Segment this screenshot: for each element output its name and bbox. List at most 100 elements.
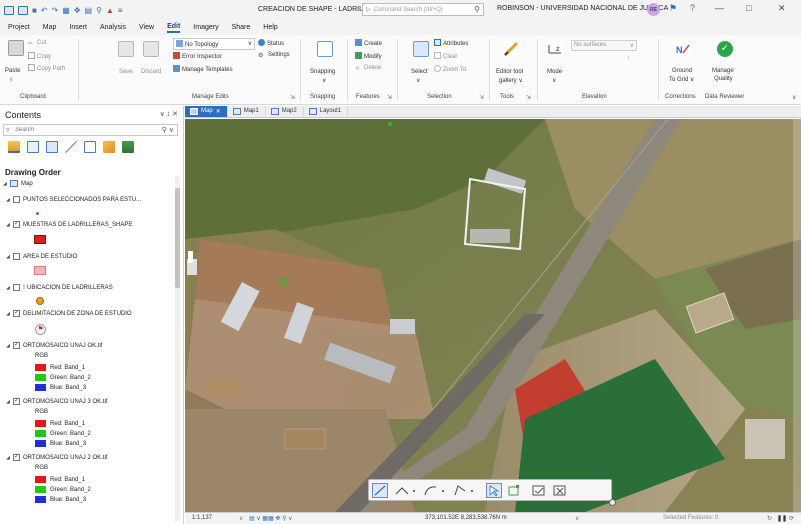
editor-tool-gallery-dropdown[interactable]: gallery ∨ — [499, 77, 523, 84]
raster-layer-row[interactable]: ◢ ✓ ORTOMOSAICO UNAJ OK.tif — [6, 342, 102, 349]
redo-icon[interactable]: ↷ — [52, 6, 59, 15]
filter-icon[interactable]: ▿ — [6, 126, 15, 134]
expand-icon[interactable]: ◢ — [6, 399, 13, 405]
layer-visibility-checkbox[interactable]: ✓ — [13, 454, 20, 461]
layer-visibility-checkbox[interactable]: ✓ — [13, 310, 20, 317]
copy-button[interactable]: Copy — [28, 52, 51, 60]
layer-row[interactable]: ◢! UBICACION DE LADRILLERAS — [6, 284, 113, 291]
layer-row[interactable]: ◢ PUNTOS SELECCIONADOS PARA ESTU... — [6, 196, 141, 203]
avatar[interactable]: RE — [647, 3, 660, 16]
map-vertical-scrollbar[interactable] — [793, 119, 801, 512]
command-search-input[interactable]: ▷ Command Search (Alt+Q) ⚲ — [362, 3, 484, 16]
contents-search-input[interactable] — [15, 127, 155, 133]
tab-map[interactable]: Map — [43, 24, 57, 32]
expand-icon[interactable]: ◢ — [6, 311, 13, 317]
refresh-icon[interactable]: ↻ — [767, 515, 772, 522]
refresh-map-icon[interactable]: ⟳ — [789, 515, 794, 522]
pane-controls[interactable]: ∨ ↕ ✕ — [160, 110, 178, 118]
sample-point[interactable] — [388, 122, 392, 126]
polyline-tool-button[interactable] — [393, 483, 419, 498]
contents-search[interactable]: ▿ ⚲ ∨ — [3, 124, 178, 136]
line-tool-button[interactable] — [372, 483, 388, 498]
raster-layer-row[interactable]: ◢ ✓ ORTOMOSAICO UNAJ 3 OK.tif — [6, 398, 107, 405]
paste-button[interactable]: Paste — [5, 68, 20, 74]
select-button[interactable]: Select — [411, 69, 428, 75]
expand-icon[interactable]: ◢ — [6, 197, 13, 203]
list-by-selection-icon[interactable] — [46, 141, 58, 153]
discard-edits-button[interactable]: Discard — [141, 69, 161, 75]
tab-layout1-view[interactable]: Layout1 — [304, 106, 349, 117]
grid-icon[interactable]: ▤ — [85, 6, 93, 15]
manage-quality-label-line2[interactable]: Quality — [714, 76, 733, 82]
surface-select[interactable]: No surfaces ∨ — [571, 40, 637, 51]
tab-map1-view[interactable]: Map1 — [228, 106, 266, 117]
status-button[interactable]: Status — [258, 39, 284, 47]
scale-dropdown-icon[interactable]: ∨ — [239, 515, 243, 522]
collapse-ribbon-icon[interactable]: ∨ — [792, 94, 796, 101]
tab-project[interactable]: Project — [8, 24, 30, 32]
map-node[interactable]: ◢ Map — [3, 180, 33, 187]
close-icon[interactable]: ✕ — [216, 108, 221, 115]
list-by-labeling-icon[interactable] — [103, 141, 115, 153]
layer-row[interactable]: ◢ ✓ DELIMITACION DE ZONA DE ESTUDIO — [6, 310, 132, 317]
tab-map-view[interactable]: Map ✕ — [185, 106, 228, 117]
create-features-button[interactable]: Create — [355, 39, 382, 47]
expand-icon[interactable]: ◢ — [6, 343, 13, 349]
snapping-dropdown-icon[interactable]: ∨ — [322, 77, 326, 84]
signed-in-user[interactable]: ROBINSON - UNIVERSIDAD NACIONAL DE JULIA… — [497, 5, 668, 12]
tab-insert[interactable]: Insert — [69, 24, 87, 32]
new-map-icon[interactable]: ▦ — [62, 6, 70, 15]
notifications-icon[interactable]: ⚑ — [669, 3, 677, 14]
cut-button[interactable]: ✂ Cut — [28, 40, 46, 47]
elevation-mode-button[interactable]: Mode — [547, 69, 562, 75]
tab-share[interactable]: Share — [232, 24, 251, 32]
clear-selection-button[interactable]: Clear — [434, 52, 457, 60]
layer-visibility-checkbox[interactable] — [13, 284, 20, 291]
tab-help[interactable]: Help — [263, 24, 277, 32]
layer-visibility-checkbox[interactable]: ✓ — [13, 342, 20, 349]
elevation-offset-icon[interactable]: ↕ — [627, 55, 630, 61]
elevation-mode-dropdown-icon[interactable]: ∨ — [552, 77, 556, 84]
maximize-button[interactable]: □ — [746, 3, 751, 13]
minimize-button[interactable]: — — [715, 3, 724, 13]
ground-to-grid-button[interactable]: Ground — [672, 68, 692, 74]
zoom-icon[interactable]: ⚲ — [96, 6, 102, 15]
selection-launcher-icon[interactable]: ⇲ — [479, 94, 484, 101]
list-by-editing-icon[interactable] — [65, 141, 77, 153]
map-scale[interactable]: 1:1,137 — [192, 515, 212, 521]
toolbar-grip-icon[interactable] — [609, 499, 616, 506]
new-project-icon[interactable] — [4, 5, 14, 15]
copy-path-button[interactable]: Copy Path — [28, 64, 65, 72]
attributes-button[interactable]: Attributes — [434, 39, 468, 47]
list-by-snapping-icon[interactable] — [84, 141, 96, 153]
delete-features-button[interactable]: ✕ Delete — [355, 65, 381, 72]
coordinate-format-dropdown-icon[interactable]: ∨ — [575, 515, 579, 522]
map-tools-icons[interactable]: ▤ ∨ ▦▦ ✥ ⚲ ∨ — [249, 515, 293, 522]
modify-features-button[interactable]: Modify — [355, 52, 382, 60]
expand-icon[interactable]: ◢ — [6, 455, 13, 461]
manage-templates-button[interactable]: Manage Templates — [173, 65, 233, 73]
topology-select[interactable]: No Topology ∨ — [173, 38, 255, 50]
tools-launcher-icon[interactable]: ⇲ — [526, 94, 531, 101]
ground-to-grid-dropdown[interactable]: To Grid ∨ — [669, 76, 694, 83]
paste-dropdown-icon[interactable]: ∨ — [9, 76, 13, 83]
tab-edit[interactable]: Edit — [167, 23, 181, 33]
save-project-icon[interactable]: ■ — [32, 6, 37, 15]
right-angle-tool-button[interactable] — [451, 483, 477, 498]
layer-visibility-checkbox[interactable]: ✓ — [13, 221, 20, 228]
tab-analysis[interactable]: Analysis — [100, 24, 126, 32]
pause-drawing-icon[interactable]: ❚❚ — [777, 515, 787, 522]
raster-layer-row[interactable]: ◢ ✓ ORTOMOSAICO UNAJ 2 OK.tif — [6, 454, 107, 461]
select-tool-button[interactable] — [486, 483, 502, 498]
home-icon[interactable]: ▲ — [106, 6, 114, 15]
contents-scrollbar[interactable] — [175, 176, 180, 521]
layer-row[interactable]: ◢ ✓ MUESTRAS DE LADRILLERAS_SHAPE — [6, 221, 132, 228]
tab-imagery[interactable]: Imagery — [193, 24, 218, 32]
list-by-perspective-icon[interactable] — [122, 141, 134, 153]
zoom-to-selection-button[interactable]: Zoom To — [434, 65, 466, 73]
help-button[interactable]: ? — [690, 3, 695, 13]
manage-edits-launcher-icon[interactable]: ⇲ — [290, 94, 295, 101]
expand-icon[interactable]: ◢ — [6, 254, 13, 260]
save-edits-button[interactable]: Save — [119, 69, 133, 75]
editor-tool-gallery-button[interactable]: Editor tool — [496, 69, 523, 75]
